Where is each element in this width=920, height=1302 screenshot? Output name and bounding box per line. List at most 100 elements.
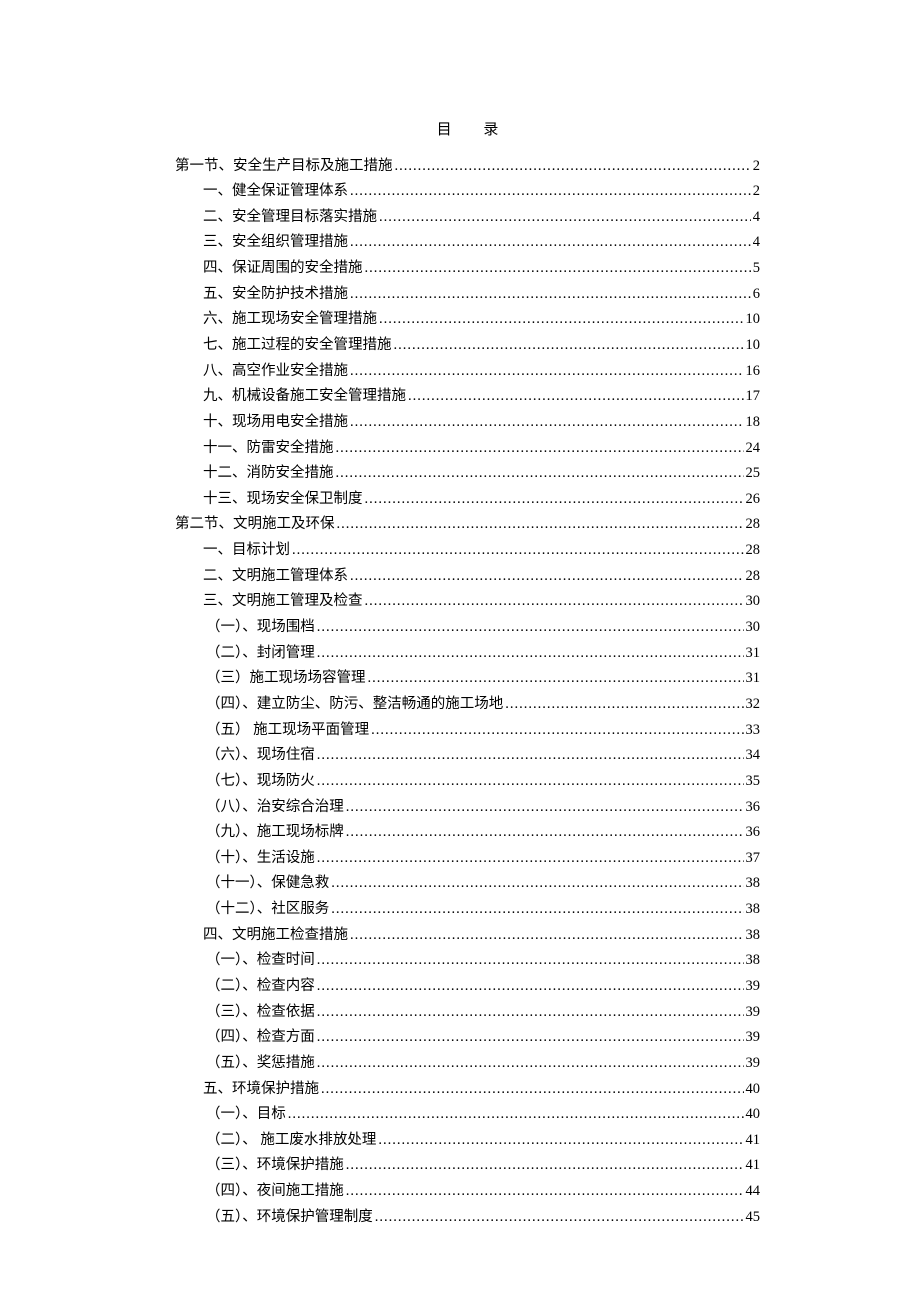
toc-entry: 第二节、文明施工及环保28	[175, 512, 760, 537]
toc-leader-dots	[317, 1051, 744, 1076]
toc-leader-dots	[346, 1153, 744, 1178]
toc-entry-page: 41	[746, 1153, 761, 1178]
toc-leader-dots	[350, 359, 744, 384]
toc-entry-label: （三）施工现场场容管理	[206, 666, 366, 691]
toc-entry: 八、高空作业安全措施16	[175, 359, 760, 384]
toc-entry-label: （十一）、保健急救	[206, 871, 329, 896]
toc-entry-label: 四、文明施工检查措施	[203, 923, 348, 948]
toc-entry: （十二）、社区服务38	[175, 897, 760, 922]
toc-entry-page: 6	[753, 282, 760, 307]
toc-entry-page: 32	[746, 692, 761, 717]
toc-entry-page: 39	[746, 974, 761, 999]
toc-entry-page: 2	[753, 179, 760, 204]
toc-entry: （五）、奖惩措施39	[175, 1051, 760, 1076]
toc-entry-page: 35	[746, 769, 761, 794]
toc-entry: 七、施工过程的安全管理措施 10	[175, 333, 760, 358]
toc-leader-dots	[317, 615, 744, 640]
toc-entry-label: 二、文明施工管理体系	[203, 564, 348, 589]
toc-leader-dots	[365, 487, 744, 512]
toc-leader-dots	[321, 1077, 744, 1102]
toc-entry-page: 31	[746, 666, 761, 691]
toc-entry-label: （二）、检查内容	[206, 974, 315, 999]
toc-entry: 十二、消防安全措施 25	[175, 461, 760, 486]
toc-entry-label: （四）、检查方面	[206, 1025, 315, 1050]
toc-entry-label: （五）、奖惩措施	[206, 1051, 315, 1076]
toc-entry: 十一、防雷安全措施24	[175, 436, 760, 461]
toc-entry-page: 38	[746, 923, 761, 948]
toc-entry-label: （二）、 施工废水排放处理	[206, 1128, 376, 1153]
toc-leader-dots	[317, 743, 744, 768]
toc-leader-dots	[336, 436, 744, 461]
toc-entry: （七）、现场防火 35	[175, 769, 760, 794]
toc-entry: （二）、封闭管理31	[175, 641, 760, 666]
toc-entry-page: 39	[746, 1025, 761, 1050]
toc-entry-label: （七）、现场防火	[206, 769, 315, 794]
toc-entry: （十一）、保健急救38	[175, 871, 760, 896]
toc-entry: （三）、检查依据39	[175, 1000, 760, 1025]
toc-leader-dots	[408, 384, 744, 409]
toc-leader-dots	[317, 1000, 744, 1025]
toc-entry-label: （九）、施工现场标牌	[206, 820, 344, 845]
toc-leader-dots	[379, 205, 751, 230]
toc-entry-label: 二、安全管理目标落实措施	[203, 205, 377, 230]
toc-leader-dots	[350, 410, 744, 435]
table-of-contents: 第一节、安全生产目标及施工措施2一、健全保证管理体系2二、安全管理目标落实措施4…	[175, 154, 760, 1230]
toc-entry-label: 四、保证周围的安全措施	[203, 256, 363, 281]
toc-entry-page: 4	[753, 205, 760, 230]
toc-entry-page: 38	[746, 948, 761, 973]
toc-leader-dots	[350, 923, 744, 948]
toc-leader-dots	[394, 333, 744, 358]
toc-entry-page: 16	[746, 359, 761, 384]
toc-leader-dots	[379, 307, 744, 332]
toc-entry-label: 三、文明施工管理及检查	[203, 589, 363, 614]
toc-leader-dots	[337, 512, 744, 537]
toc-entry: （三）施工现场场容管理 31	[175, 666, 760, 691]
toc-leader-dots	[365, 256, 751, 281]
toc-leader-dots	[331, 897, 743, 922]
toc-entry-label: （四）、夜间施工措施	[206, 1179, 344, 1204]
toc-entry-page: 4	[753, 230, 760, 255]
toc-entry-page: 28	[746, 538, 761, 563]
toc-leader-dots	[350, 282, 751, 307]
toc-entry-page: 10	[746, 307, 761, 332]
toc-leader-dots	[346, 1179, 744, 1204]
toc-entry-label: 七、施工过程的安全管理措施	[203, 333, 392, 358]
toc-entry: 四、保证周围的安全措施5	[175, 256, 760, 281]
toc-title: 目 录	[175, 118, 760, 144]
toc-entry: （九）、施工现场标牌 36	[175, 820, 760, 845]
toc-leader-dots	[395, 154, 751, 179]
toc-entry-label: 一、健全保证管理体系	[203, 179, 348, 204]
toc-entry: （五） 施工现场平面管理 33	[175, 718, 760, 743]
toc-leader-dots	[317, 641, 744, 666]
toc-entry-label: （五） 施工现场平面管理	[206, 718, 369, 743]
toc-entry-label: 一、目标计划	[203, 538, 290, 563]
toc-entry-page: 36	[746, 820, 761, 845]
toc-entry: 一、健全保证管理体系 2	[175, 179, 760, 204]
toc-entry-label: （十二）、社区服务	[206, 897, 329, 922]
toc-entry-page: 28	[746, 564, 761, 589]
toc-entry: （一）、检查时间38	[175, 948, 760, 973]
toc-entry: （四）、夜间施工措施44	[175, 1179, 760, 1204]
toc-entry-label: （五）、环境保护管理制度	[206, 1205, 373, 1230]
toc-entry: 六、施工现场安全管理措施 10	[175, 307, 760, 332]
toc-entry: 五、环境保护措施40	[175, 1077, 760, 1102]
toc-entry-page: 36	[746, 795, 761, 820]
toc-entry-page: 10	[746, 333, 761, 358]
toc-entry-page: 25	[746, 461, 761, 486]
toc-entry-label: 十、现场用电安全措施	[203, 410, 348, 435]
toc-entry-label: 五、安全防护技术措施	[203, 282, 348, 307]
toc-entry-label: 六、施工现场安全管理措施	[203, 307, 377, 332]
toc-leader-dots	[317, 1025, 744, 1050]
toc-entry: 二、安全管理目标落实措施 4	[175, 205, 760, 230]
toc-entry-label: （四）、建立防尘、防污、整洁畅通的施工场地	[206, 692, 503, 717]
toc-entry: （四）、检查方面 39	[175, 1025, 760, 1050]
toc-entry: （一）、目标40	[175, 1102, 760, 1127]
toc-leader-dots	[346, 820, 744, 845]
toc-entry-label: （三）、检查依据	[206, 1000, 315, 1025]
toc-entry-page: 24	[746, 436, 761, 461]
toc-entry-label: 十二、消防安全措施	[203, 461, 334, 486]
toc-entry-page: 17	[746, 384, 761, 409]
toc-entry-page: 33	[746, 718, 761, 743]
toc-leader-dots	[292, 538, 744, 563]
toc-entry-page: 18	[746, 410, 761, 435]
